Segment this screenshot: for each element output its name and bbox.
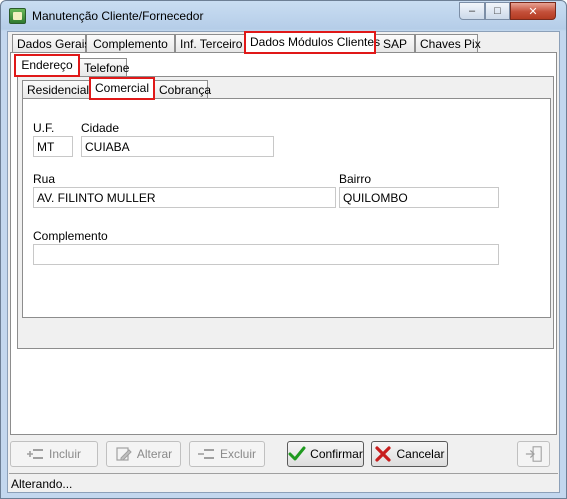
excluir-label: Excluir	[219, 447, 256, 461]
uf-field[interactable]: MT	[33, 136, 73, 157]
maximize-icon: □	[494, 5, 501, 17]
window-title: Manutenção Cliente/Fornecedor	[32, 9, 204, 23]
alterar-button[interactable]: Alterar	[106, 441, 181, 467]
complemento-label: Complemento	[33, 229, 108, 243]
cidade-field[interactable]: CUIABA	[81, 136, 274, 157]
tab-inf-terceiro[interactable]: Inf. Terceiro	[175, 34, 245, 53]
tab-residencial[interactable]: Residencial	[22, 80, 90, 99]
add-row-icon	[26, 445, 45, 463]
app-window: Manutenção Cliente/Fornecedor – □ ✕ Dado…	[0, 0, 567, 499]
main-tab-panel: Endereço Telefone Residencial Comercial …	[10, 52, 557, 435]
complemento-field[interactable]	[33, 244, 499, 265]
checkmark-icon	[288, 445, 306, 463]
uf-label: U.F.	[33, 121, 55, 135]
close-button[interactable]: ✕	[510, 2, 556, 20]
address-form: U.F. MT Cidade CUIABA Rua AV. FILINTO MU…	[22, 98, 551, 318]
tab-label: Telefone	[84, 61, 130, 75]
status-text: Alterando...	[11, 477, 73, 491]
tab-label: Inf. Terceiro	[180, 37, 243, 51]
tab-complemento[interactable]: Complemento	[86, 34, 175, 53]
tab-label: Comercial	[95, 81, 150, 95]
client-area: Dados Gerais Complemento Inf. Terceiro D…	[7, 31, 560, 493]
tab-label: Residencial	[27, 83, 90, 97]
confirmar-button[interactable]: Confirmar	[287, 441, 364, 467]
incluir-label: Incluir	[48, 447, 81, 461]
exit-door-icon	[525, 445, 543, 463]
minimize-button[interactable]: –	[459, 2, 485, 20]
cidade-label: Cidade	[81, 121, 120, 135]
cancelar-button[interactable]: Cancelar	[371, 441, 448, 467]
tab-sap[interactable]: SAP	[375, 34, 415, 53]
tab-telefone[interactable]: Telefone	[79, 58, 130, 77]
tab-label: Dados Gerais	[17, 37, 91, 51]
status-bar: Alterando...	[9, 473, 558, 492]
bairro-field[interactable]: QUILOMBO	[339, 187, 499, 208]
tab-dados-modulos-clientes[interactable]: Dados Módulos Clientes	[244, 31, 380, 54]
confirmar-label: Confirmar	[310, 447, 363, 461]
title-bar: Manutenção Cliente/Fornecedor – □ ✕	[1, 1, 566, 31]
address-tab-panel: Residencial Comercial Cobrança U.F. MT C…	[17, 76, 554, 349]
tab-dados-gerais[interactable]: Dados Gerais	[12, 34, 90, 53]
cancelar-label: Cancelar	[396, 447, 445, 461]
tab-label: Dados Módulos Clientes	[250, 35, 381, 49]
maximize-button[interactable]: □	[485, 2, 510, 20]
minimize-icon: –	[468, 5, 476, 17]
edit-icon	[115, 445, 133, 463]
alterar-label: Alterar	[136, 447, 173, 461]
tab-label: Complemento	[93, 37, 168, 51]
tab-chaves-pix[interactable]: Chaves Pix	[415, 34, 481, 53]
excluir-button[interactable]: Excluir	[189, 441, 265, 467]
tab-label: Endereço	[21, 58, 73, 72]
rua-label: Rua	[33, 172, 56, 186]
exit-button[interactable]	[517, 441, 550, 467]
tab-label: Chaves Pix	[420, 37, 481, 51]
tab-comercial[interactable]: Comercial	[89, 77, 155, 100]
tab-label: SAP	[382, 37, 407, 51]
close-icon: ✕	[528, 5, 538, 18]
tab-cobranca[interactable]: Cobrança	[154, 80, 212, 99]
rua-field[interactable]: AV. FILINTO MULLER	[33, 187, 336, 208]
tab-label: Cobrança	[159, 83, 212, 97]
delete-row-icon	[197, 445, 216, 463]
cancel-x-icon	[374, 445, 392, 463]
tab-endereco[interactable]: Endereço	[14, 54, 80, 77]
bairro-label: Bairro	[339, 172, 372, 186]
app-icon	[9, 8, 26, 24]
incluir-button[interactable]: Incluir	[10, 441, 98, 467]
